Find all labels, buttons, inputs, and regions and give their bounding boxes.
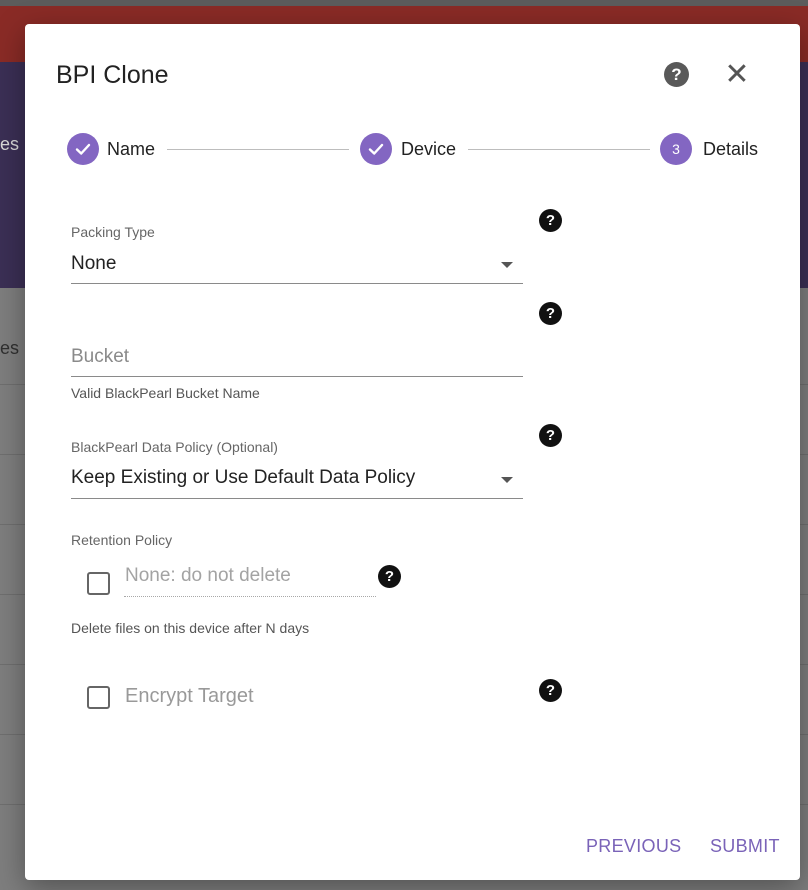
help-icon[interactable]: ? xyxy=(539,302,562,325)
close-icon[interactable]: ✕ xyxy=(722,60,752,90)
stepper-connector xyxy=(167,149,349,150)
step-3-number-badge: 3 xyxy=(660,133,692,165)
field-underline xyxy=(71,283,523,284)
previous-button[interactable]: PREVIOUS xyxy=(586,836,681,857)
bucket-placeholder: Bucket xyxy=(71,346,130,367)
packing-type-label: Packing Type xyxy=(71,224,155,240)
step-1-check-icon xyxy=(67,133,99,165)
packing-type-value: None xyxy=(71,253,117,274)
retention-checkbox[interactable] xyxy=(87,572,110,595)
step-3-label: Details xyxy=(703,139,759,159)
field-underline xyxy=(71,376,523,377)
dropdown-arrow-icon xyxy=(501,262,513,268)
background-text-fragment: es xyxy=(0,134,20,154)
help-icon[interactable]: ? xyxy=(378,565,401,588)
data-policy-label: BlackPearl Data Policy (Optional) xyxy=(71,439,278,455)
retention-placeholder: None: do not delete xyxy=(125,565,291,586)
dropdown-arrow-icon xyxy=(501,477,513,483)
retention-policy-label: Retention Policy xyxy=(71,532,173,548)
help-icon[interactable]: ? xyxy=(539,679,562,702)
step-1-label: Name xyxy=(107,139,156,159)
field-underline xyxy=(71,498,523,499)
step-2-label: Device xyxy=(401,139,457,159)
background-text-fragment: es xyxy=(0,338,20,358)
dialog-title: BPI Clone xyxy=(56,61,169,89)
help-circle-icon[interactable]: ? xyxy=(664,62,689,87)
bucket-hint: Valid BlackPearl Bucket Name xyxy=(71,385,260,401)
field-underline xyxy=(124,596,376,597)
help-icon[interactable]: ? xyxy=(539,424,562,447)
encrypt-target-label[interactable]: Encrypt Target xyxy=(125,685,254,708)
retention-hint: Delete files on this device after N days xyxy=(71,620,310,636)
submit-button[interactable]: SUBMIT xyxy=(710,836,780,857)
stepper-connector xyxy=(468,149,650,150)
help-icon[interactable]: ? xyxy=(539,209,562,232)
encrypt-target-checkbox[interactable] xyxy=(87,686,110,709)
bpi-clone-dialog: BPI Clone ? ✕ Name Device 3 Details Pack… xyxy=(25,24,800,880)
step-3-number: 3 xyxy=(672,141,680,157)
step-2-check-icon xyxy=(360,133,392,165)
data-policy-value: Keep Existing or Use Default Data Policy xyxy=(71,467,416,488)
